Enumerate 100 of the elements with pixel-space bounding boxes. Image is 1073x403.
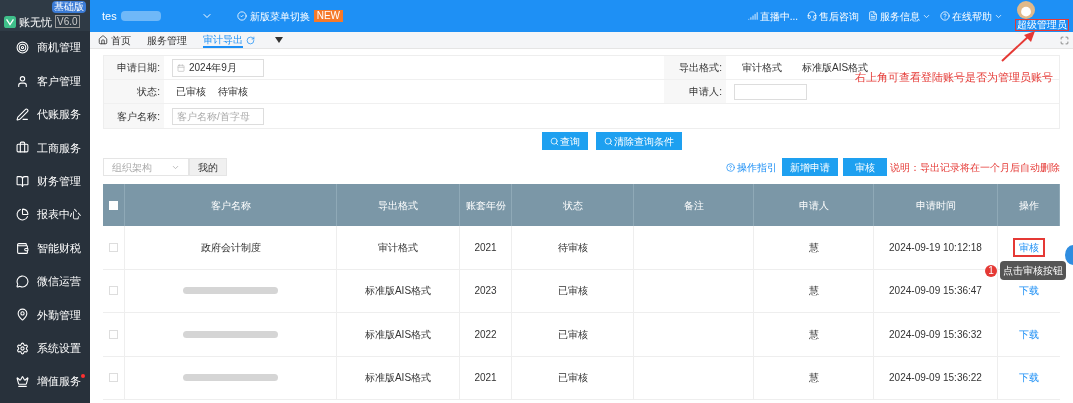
search-icon	[549, 136, 559, 146]
sidebar-item[interactable]: 报表中心	[0, 197, 90, 232]
action-link[interactable]: 审核	[1013, 237, 1045, 257]
guide-link[interactable]: 操作指引	[737, 159, 777, 175]
row-checkbox[interactable]	[109, 373, 118, 383]
sidebar-item[interactable]: 客户管理	[0, 64, 90, 98]
annotation-arrow	[1000, 31, 1036, 62]
table-cell-text: 待审核	[557, 240, 588, 255]
table-cell-text: 2021	[474, 240, 497, 255]
table-cell-text: 已审核	[557, 371, 588, 386]
column-header: 客户名称	[210, 198, 251, 213]
table-cell-text: 2022	[474, 327, 497, 342]
home-icon	[98, 35, 108, 45]
sidebar-item[interactable]: 系统设置	[0, 331, 90, 365]
table-cell-text: 标准版AIS格式	[364, 371, 432, 386]
table-cell-text: 标准版AIS格式	[364, 284, 432, 299]
status-option[interactable]: 待审核	[218, 84, 248, 99]
table-cell-text: 政府会计制度	[200, 240, 261, 255]
page-tab[interactable]: 首页	[111, 32, 131, 48]
role-badge: 超级管理员	[1015, 19, 1069, 31]
new-badge: NEW	[313, 10, 344, 22]
column-header: 账套年份	[465, 198, 506, 213]
logo-icon	[4, 16, 16, 28]
table-cell-text: 已审核	[557, 327, 588, 342]
wallet-icon	[16, 241, 29, 255]
action-link[interactable]: 下载	[1019, 370, 1039, 386]
column-header: 导出格式	[378, 198, 418, 213]
crown-icon	[16, 375, 29, 389]
sidebar-item[interactable]: 智能财税	[0, 231, 90, 265]
sidebar-item[interactable]: 微信运营	[0, 264, 90, 299]
status-option[interactable]: 已审核	[176, 84, 206, 99]
column-header: 备注	[683, 198, 704, 213]
table-cell-text: 已审核	[557, 284, 588, 299]
table-cell-text: 慧	[808, 284, 819, 299]
column-header: 状态	[562, 198, 583, 213]
avatar[interactable]	[1017, 1, 1035, 19]
table-cell-text: 2024-09-19 10:12:18	[889, 240, 982, 255]
book-icon	[16, 174, 29, 188]
table-cell-text: 慧	[808, 327, 819, 342]
date-field[interactable]: 2024年9月	[172, 58, 264, 77]
pen-icon	[16, 107, 29, 121]
refresh-icon[interactable]	[246, 35, 255, 45]
note-text: 说明：导出记录将在一个月后自动删除	[890, 160, 1060, 175]
filter-label: 导出格式:	[679, 61, 722, 75]
page-tab[interactable]: 服务管理	[147, 32, 187, 48]
filter-label: 申请人:	[689, 85, 722, 99]
map-pin-icon	[16, 308, 29, 322]
calendar-icon	[177, 63, 185, 72]
action-link[interactable]: 下载	[1019, 283, 1039, 299]
headset-icon	[807, 11, 817, 21]
fullscreen-icon[interactable]	[1060, 35, 1069, 45]
redacted-blur	[120, 11, 161, 21]
signal-icon	[747, 11, 758, 21]
table-cell-text: 2023	[474, 284, 497, 299]
caret-icon[interactable]	[275, 37, 283, 43]
edition-badge: 基础版	[52, 1, 86, 13]
column-header: 申请时间	[915, 198, 956, 213]
help-icon	[940, 11, 950, 21]
chat-icon	[16, 274, 29, 288]
user-icon	[16, 74, 29, 88]
sidebar-item[interactable]: 代账服务	[0, 97, 90, 132]
action-link[interactable]: 下载	[1019, 326, 1039, 342]
table-cell-text: 2024-09-09 15:36:32	[889, 327, 982, 342]
check-circle-icon	[236, 11, 247, 21]
sidebar-item[interactable]: 外勤管理	[0, 298, 90, 332]
sidebar-item[interactable]: 工商服务	[0, 131, 90, 165]
mine-toggle[interactable]: 我的	[189, 158, 227, 176]
mascot-icon	[1065, 245, 1073, 265]
table-cell-text: 慧	[808, 371, 819, 386]
row-checkbox[interactable]	[109, 286, 118, 296]
table-cell-text: 审计格式	[378, 240, 418, 255]
table-cell-text: 2024-09-09 15:36:47	[889, 284, 982, 299]
settings-icon	[16, 341, 29, 355]
applicant-field[interactable]	[734, 83, 807, 100]
search-icon	[603, 136, 613, 146]
sidebar-item[interactable]: 财务管理	[0, 164, 90, 198]
table-cell-text: 标准版AIS格式	[364, 327, 432, 342]
brand-name: 账无忧	[19, 15, 52, 29]
select-all-checkbox[interactable]	[109, 200, 118, 210]
customer-field[interactable]: 客户名称/首字母	[172, 107, 264, 125]
tooltip: 点击审核按钮	[1000, 261, 1066, 280]
row-checkbox[interactable]	[109, 242, 118, 252]
filter-label: 申请日期:	[117, 61, 160, 75]
target-icon	[16, 41, 29, 55]
column-header: 操作	[1018, 198, 1039, 213]
document-icon	[868, 11, 878, 21]
sidebar-item[interactable]: 增值服务	[0, 364, 90, 399]
step-badge: 1	[985, 264, 997, 277]
table-cell-text: 2024-09-09 15:36:22	[889, 371, 982, 386]
column-header: 申请人	[798, 198, 829, 213]
sidebar-item[interactable]: 商机管理	[0, 31, 90, 65]
pie-chart-icon	[16, 208, 29, 222]
user-name: tes	[102, 8, 117, 24]
table-cell-text: 2021	[474, 371, 497, 386]
format-option[interactable]: 审计格式	[742, 60, 782, 75]
annotation-text: 右上角可查看登陆账号是否为管理员账号	[855, 71, 1053, 85]
briefcase-icon	[16, 141, 29, 155]
help-icon	[726, 162, 735, 172]
table-cell-text: 慧	[808, 240, 819, 255]
row-checkbox[interactable]	[109, 329, 118, 339]
